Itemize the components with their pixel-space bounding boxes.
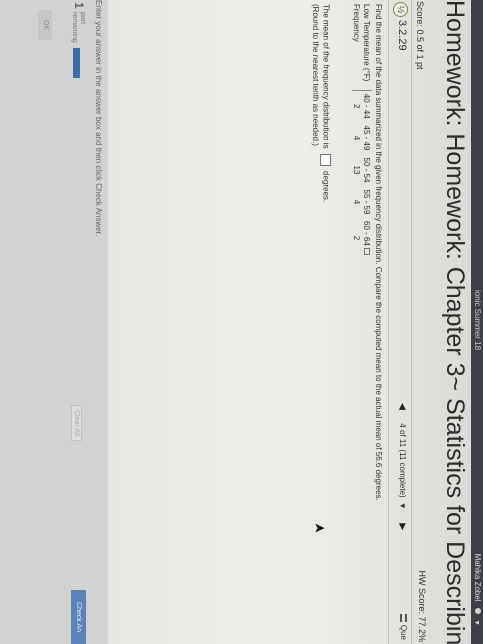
chevron-down-icon[interactable]: ▼ [398,502,407,510]
answer-line: The mean of the frequency distribution i… [320,4,331,202]
list-icon [400,613,407,622]
row-header: Frequency [352,4,362,90]
copy-icon[interactable] [364,247,371,255]
photo-frame: ionic Summer 18 Mahika Zobel ▼ Homework:… [0,0,483,644]
top-bar: ionic Summer 18 Mahika Zobel ▼ [471,0,483,644]
table-cell: 4 [352,135,362,141]
progress-fill [73,48,80,78]
table-cell: 40 - 44 [362,93,372,119]
parts-remaining-label: part remaining [70,12,86,43]
table-cell: 13 [352,165,362,175]
chevron-down-icon: ▼ [473,619,480,626]
table-cell: 45 - 49 [362,125,372,151]
parts-remaining-count: 1 [72,2,86,9]
progress-bar [73,48,80,78]
table-row: Frequency 2 4 13 4 2 [352,4,362,258]
question-number: 3.2.29 [396,20,408,51]
answer-prefix: The mean of the frequency distribution i… [321,4,331,149]
page-title: Homework: Homework: Chapter 3~ Statistic… [441,0,469,644]
table-row: Low Temperature (°F) 40 - 44 45 - 49 50 … [362,4,372,258]
table-cell: 4 [352,199,362,205]
question-position[interactable]: 4 of 11 (11 complete) [398,423,407,497]
frequency-table: Low Temperature (°F) 40 - 44 45 - 49 50 … [352,4,372,258]
partial-credit-icon: ½ [393,2,408,17]
table-cell: 50 - 54 [362,157,372,183]
hw-score: HW Score: 77.2% [417,570,427,642]
answer-unit: degrees. [321,171,331,203]
user-name: Mahika Zobel [473,553,482,602]
course-name: ionic Summer 18 [473,290,482,351]
question-score: Score: 0.5 of 1 pt [415,1,425,70]
question-menu-label: Que [399,624,408,640]
parts-label-line: part [79,12,86,25]
parts-label-line: remaining [71,12,78,43]
table-cell: 2 [352,235,362,241]
homework-page: ionic Summer 18 Mahika Zobel ▼ Homework:… [0,0,483,644]
question-prompt: Find the mean of the data summarized in … [374,4,383,501]
footer-bar: Enter your answer in the answer box and … [0,0,108,644]
table-cell: 60 - 64 [362,218,372,258]
check-answer-button[interactable]: Check An [71,590,86,644]
rounding-note: (Round to the nearest tenth as needed.) [311,4,320,146]
mouse-cursor-icon: ➤ [313,519,326,536]
ok-button[interactable]: OK [38,10,52,40]
table-cell: 2 [352,104,362,109]
divider [388,0,389,644]
table-cell: 55 - 59 [362,189,372,215]
answer-input[interactable] [320,153,331,166]
next-question-icon[interactable]: ▶ [398,523,408,530]
previous-question-icon[interactable]: ◀ [398,403,408,410]
user-menu[interactable]: Mahika Zobel ▼ [473,554,482,626]
divider [411,0,412,644]
instructions: Enter your answer in the answer box and … [94,0,103,237]
row-header: Low Temperature (°F) [362,4,372,90]
class-label: 60 - 64 [362,221,372,246]
clear-all-button[interactable]: Clear All [71,405,82,442]
question-pager: ◀ 4 of 11 (11 complete) ▼ ▶ [397,403,408,530]
user-icon [475,607,481,614]
question-menu-button[interactable]: Que [399,613,408,640]
